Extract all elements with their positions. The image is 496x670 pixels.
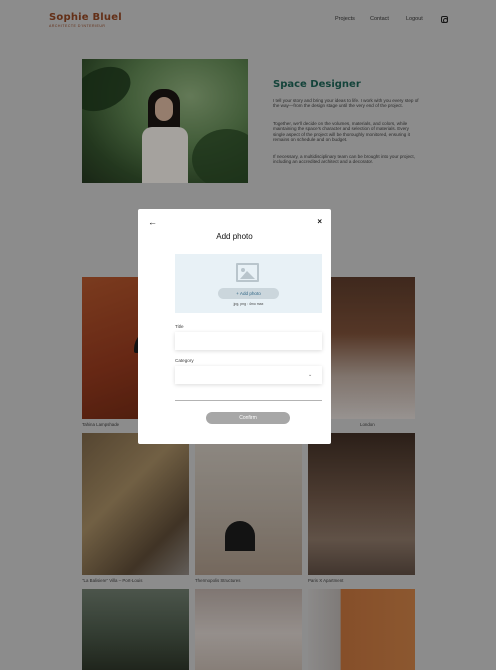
arrow-left-icon[interactable]: ←: [148, 218, 157, 227]
close-icon[interactable]: ×: [317, 218, 322, 226]
category-select[interactable]: [175, 366, 322, 384]
photo-upload-area[interactable]: + Add photo jpg, png : 4mo max: [175, 254, 322, 313]
chevron-down-icon: ⌄: [308, 372, 313, 378]
title-label: Title: [175, 324, 184, 329]
add-photo-modal: ← × Add photo + Add photo jpg, png : 4mo…: [138, 209, 331, 444]
confirm-button[interactable]: Confirm: [206, 412, 290, 424]
divider: [175, 400, 322, 401]
image-icon: [236, 263, 259, 282]
add-photo-button[interactable]: + Add photo: [218, 288, 279, 299]
upload-hint: jpg, png : 4mo max: [233, 302, 264, 306]
title-input[interactable]: [175, 332, 322, 350]
modal-title: Add photo: [216, 232, 253, 241]
category-label: Category: [175, 358, 194, 363]
